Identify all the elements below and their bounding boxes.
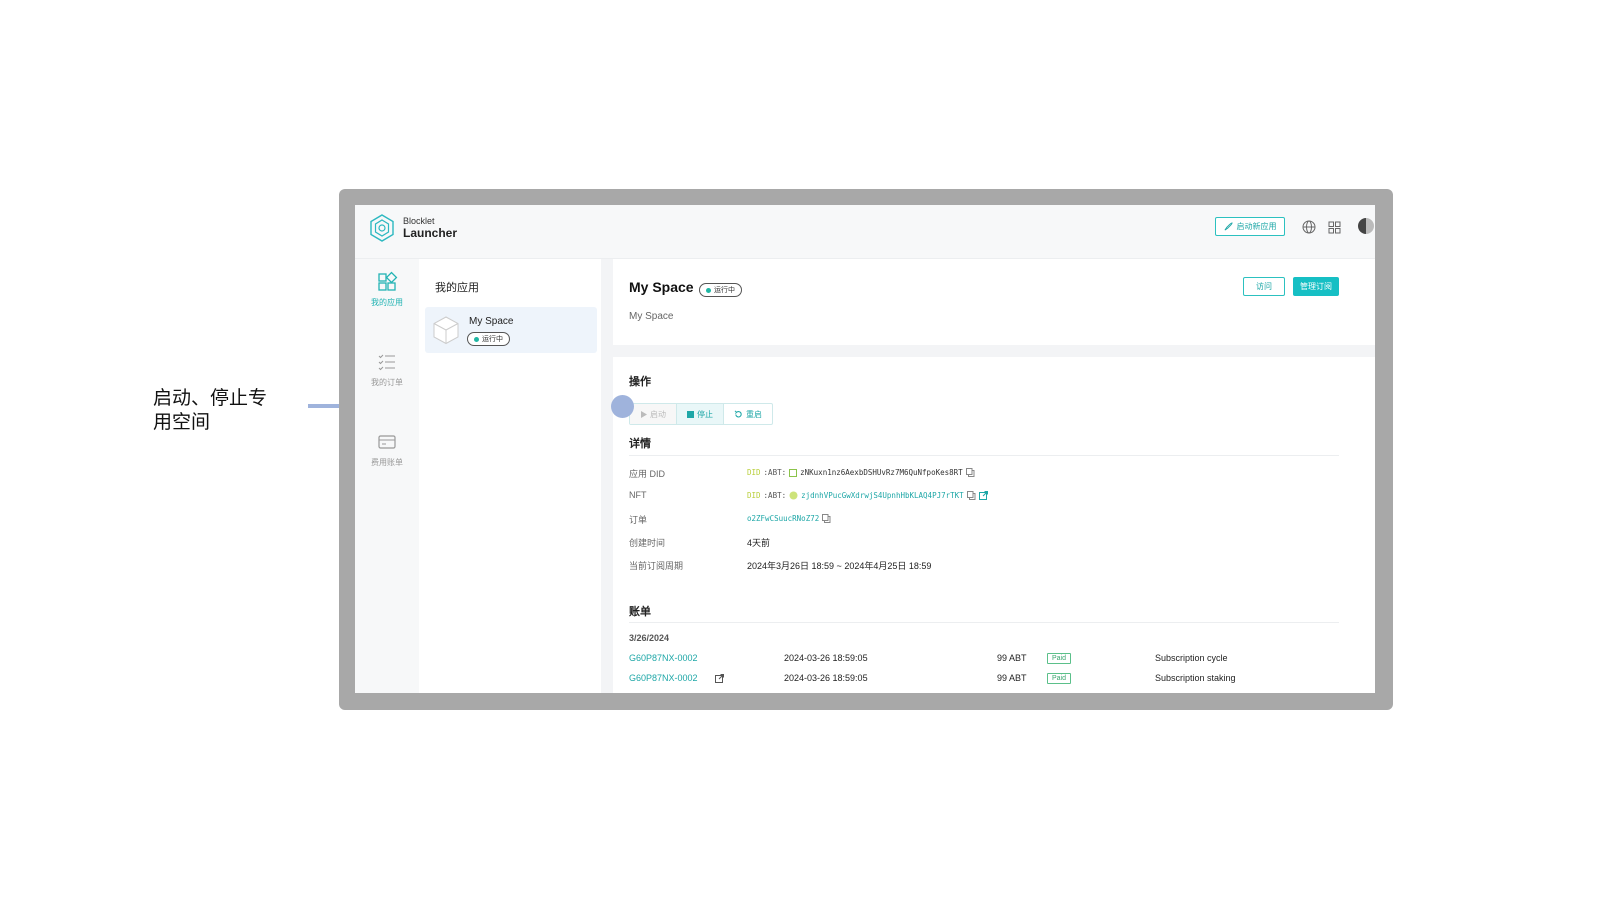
title-status-dot	[706, 287, 711, 293]
external-link-icon[interactable]	[978, 491, 988, 500]
app-list-panel: 我的应用 My Space 运行中	[419, 259, 601, 693]
play-icon	[641, 410, 647, 418]
annotation-dot	[611, 395, 634, 418]
period-label: 当前订阅周期	[629, 561, 684, 571]
app-list-title: 我的应用	[435, 282, 479, 294]
rocket-icon	[1224, 222, 1233, 231]
copy-icon[interactable]	[966, 491, 976, 500]
table-row: G60P87NX-0002 2024-03-26 18:59:05 99 ABT…	[629, 673, 1349, 687]
nav-item-my-orders[interactable]: 我的订单	[355, 351, 419, 388]
created-label: 创建时间	[629, 538, 666, 548]
status-dot	[474, 336, 479, 342]
app-detail-card: 操作 启动 停止 重启 详情 应用 DID DID:ABT: zNKuxn1n…	[613, 357, 1375, 693]
app-card-my-space[interactable]: My Space 运行中	[425, 307, 597, 353]
restart-label: 重启	[746, 409, 762, 419]
nft-avatar-icon	[789, 491, 798, 500]
bills-date: 3/26/2024	[629, 633, 670, 643]
nav-label-billing: 费用账单	[371, 458, 403, 467]
visit-button[interactable]: 访问	[1243, 277, 1285, 296]
nft-value: DID:ABT: zjdnhVPucGwXdrwjS4UpnhHbKLAQ4PJ…	[747, 491, 988, 500]
nav-label-my-apps: 我的应用	[371, 298, 403, 307]
nav-item-billing[interactable]: 费用账单	[355, 431, 419, 468]
app-did-text: zNKuxn1nz6AexbDSHUvRz7M6QuNfpoKes8RT	[800, 468, 963, 477]
annotation-text: 启动、停止专用空间	[153, 388, 268, 433]
brand-main: Launcher	[403, 226, 458, 240]
bill-desc: Subscription staking	[1155, 673, 1236, 683]
app-did-value: DID:ABT: zNKuxn1nz6AexbDSHUvRz7M6QuNfpoK…	[747, 468, 975, 477]
start-button[interactable]: 启动	[630, 404, 677, 424]
bill-id[interactable]: G60P87NX-0002	[629, 673, 698, 683]
nft-did-abt: :ABT:	[763, 491, 787, 500]
bill-time: 2024-03-26 18:59:05	[784, 673, 868, 683]
created-value: 4天前	[747, 538, 771, 548]
apps-icon	[378, 271, 398, 291]
cube-icon	[433, 316, 459, 345]
paid-badge: Paid	[1047, 653, 1072, 664]
order-value: o2ZFwCSuucRNoZ72	[747, 514, 831, 523]
copy-icon[interactable]	[965, 468, 975, 477]
status-badge: 运行中	[467, 332, 510, 346]
bill-desc: Subscription cycle	[1155, 653, 1228, 663]
apps-grid-icon[interactable]	[1325, 218, 1343, 236]
title-status-badge: 运行中	[699, 283, 742, 297]
page-title: My Space	[629, 279, 694, 295]
blocklet-logo-icon	[370, 214, 394, 242]
order-label: 订单	[629, 515, 648, 525]
did-prefix: DID	[747, 468, 761, 477]
list-icon	[378, 354, 395, 371]
bill-amount: 99 ABT	[997, 673, 1027, 683]
restart-icon	[734, 410, 742, 417]
card-icon	[378, 435, 396, 449]
ops-title: 操作	[629, 376, 651, 388]
left-nav: 我的应用 我的订单 费用账单	[355, 259, 419, 693]
bill-amount: 99 ABT	[997, 653, 1027, 663]
globe-icon[interactable]	[1300, 218, 1318, 236]
launch-new-app-label: 启动新应用	[1236, 222, 1277, 231]
external-link-icon[interactable]	[715, 674, 724, 683]
table-row: G60P87NX-0002 2024-03-26 18:59:05 99 ABT…	[629, 653, 1349, 667]
stop-icon	[687, 410, 694, 418]
app-screen: Blocklet Launcher 启动新应用 我的应用 我的订单 费用账单 我…	[355, 205, 1375, 693]
brand-top: Blocklet	[403, 216, 435, 226]
screenshot-frame: Blocklet Launcher 启动新应用 我的应用 我的订单 费用账单 我…	[339, 189, 1393, 710]
top-header: Blocklet Launcher 启动新应用	[355, 205, 1375, 259]
period-value: 2024年3月26日 18:59 ~ 2024年4月25日 18:59	[747, 561, 932, 571]
app-header-card: My Space 运行中 My Space 访问 管理订阅	[613, 259, 1375, 345]
nav-label-my-orders: 我的订单	[371, 378, 403, 387]
divider	[629, 622, 1339, 623]
nft-label: NFT	[629, 490, 647, 500]
page-subtitle: My Space	[629, 311, 674, 322]
nft-text[interactable]: zjdnhVPucGwXdrwjS4UpnhHbKLAQ4PJ7rTKT	[801, 491, 964, 500]
order-text[interactable]: o2ZFwCSuucRNoZ72	[747, 514, 819, 523]
user-avatar[interactable]	[1358, 218, 1374, 234]
restart-button[interactable]: 重启	[724, 404, 772, 424]
divider	[629, 455, 1339, 456]
stop-button[interactable]: 停止	[677, 404, 724, 424]
nav-item-my-apps[interactable]: 我的应用	[355, 271, 419, 308]
app-card-name: My Space	[469, 316, 514, 327]
bills-title: 账单	[629, 606, 651, 618]
status-badge-label: 运行中	[482, 336, 503, 343]
launch-new-app-button[interactable]: 启动新应用	[1215, 217, 1285, 236]
copy-icon[interactable]	[822, 514, 831, 523]
app-did-label: 应用 DID	[629, 469, 666, 479]
stop-label: 停止	[697, 409, 713, 419]
ops-button-group: 启动 停止 重启	[629, 403, 773, 425]
nft-did-prefix: DID	[747, 491, 761, 500]
did-avatar-icon	[789, 468, 798, 477]
bill-time: 2024-03-26 18:59:05	[784, 653, 868, 663]
manage-subscription-button[interactable]: 管理订阅	[1293, 277, 1339, 296]
did-abt: :ABT:	[763, 468, 787, 477]
paid-badge: Paid	[1047, 673, 1072, 684]
bill-id[interactable]: G60P87NX-0002	[629, 653, 698, 663]
details-title: 详情	[629, 438, 651, 450]
title-status-label: 运行中	[714, 287, 735, 294]
start-label: 启动	[650, 409, 666, 419]
